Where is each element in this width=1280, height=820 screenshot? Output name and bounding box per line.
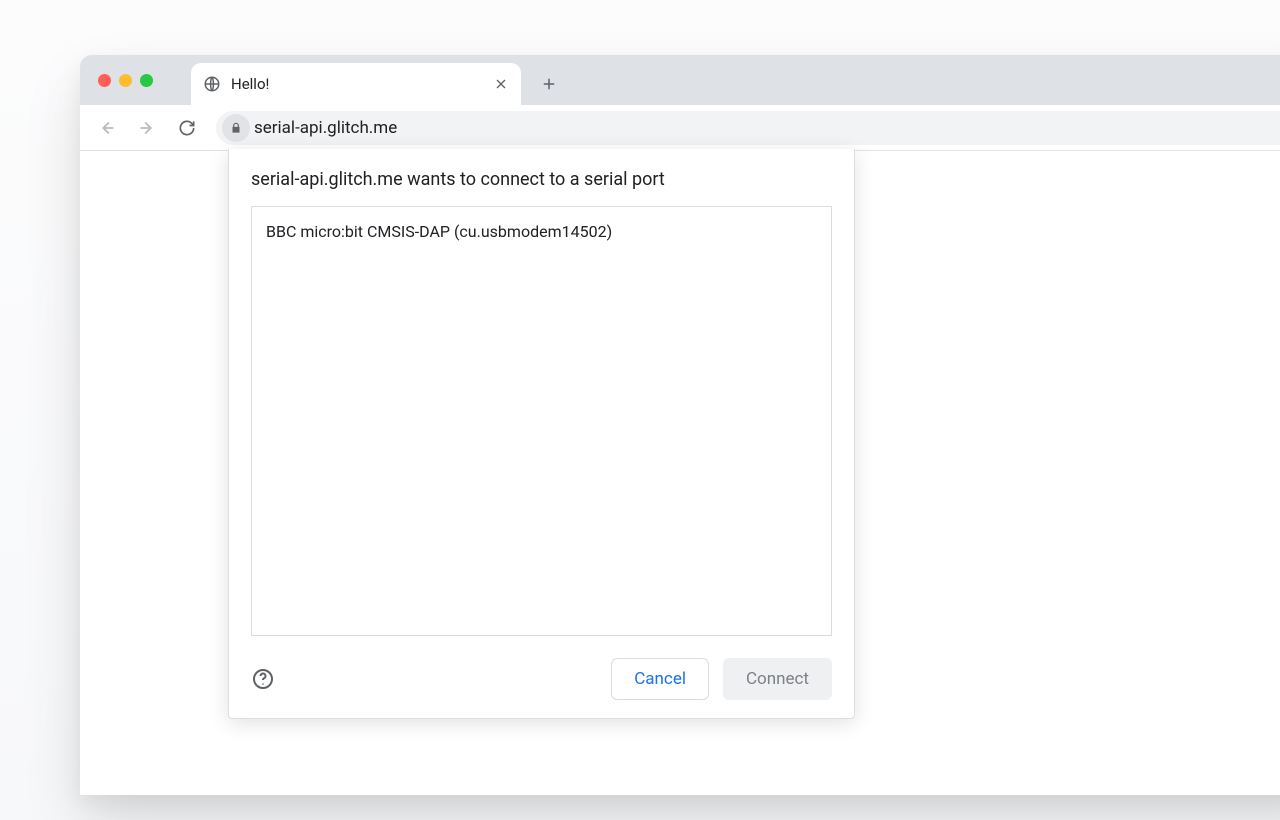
toolbar: serial-api.glitch.me	[80, 105, 1280, 151]
dialog-title: serial-api.glitch.me wants to connect to…	[251, 169, 832, 190]
cancel-button[interactable]: Cancel	[611, 658, 709, 700]
page-content: serial-api.glitch.me wants to connect to…	[80, 151, 1280, 795]
window-controls	[92, 55, 163, 105]
connect-button[interactable]: Connect	[723, 658, 832, 700]
new-tab-button[interactable]	[535, 70, 563, 98]
address-bar-url: serial-api.glitch.me	[254, 118, 397, 138]
back-button[interactable]	[90, 111, 124, 145]
serial-port-permission-dialog: serial-api.glitch.me wants to connect to…	[228, 149, 855, 719]
close-tab-icon[interactable]	[493, 76, 509, 92]
serial-device-option[interactable]: BBC micro:bit CMSIS-DAP (cu.usbmodem1450…	[252, 215, 831, 248]
browser-window: Hello! serial-api	[80, 55, 1280, 795]
globe-icon	[203, 75, 221, 93]
address-bar[interactable]: serial-api.glitch.me	[216, 111, 1280, 145]
reload-button[interactable]	[170, 111, 204, 145]
window-fullscreen-button[interactable]	[140, 74, 153, 87]
desktop-background: Hello! serial-api	[0, 0, 1280, 820]
serial-device-list[interactable]: BBC micro:bit CMSIS-DAP (cu.usbmodem1450…	[251, 206, 832, 636]
forward-button[interactable]	[130, 111, 164, 145]
lock-icon[interactable]	[222, 114, 250, 142]
dialog-footer: Cancel Connect	[251, 658, 832, 700]
window-minimize-button[interactable]	[119, 74, 132, 87]
tab-title: Hello!	[231, 75, 483, 93]
window-close-button[interactable]	[98, 74, 111, 87]
help-icon[interactable]	[251, 667, 275, 691]
browser-tab[interactable]: Hello!	[191, 63, 521, 105]
tab-strip: Hello!	[80, 55, 1280, 105]
